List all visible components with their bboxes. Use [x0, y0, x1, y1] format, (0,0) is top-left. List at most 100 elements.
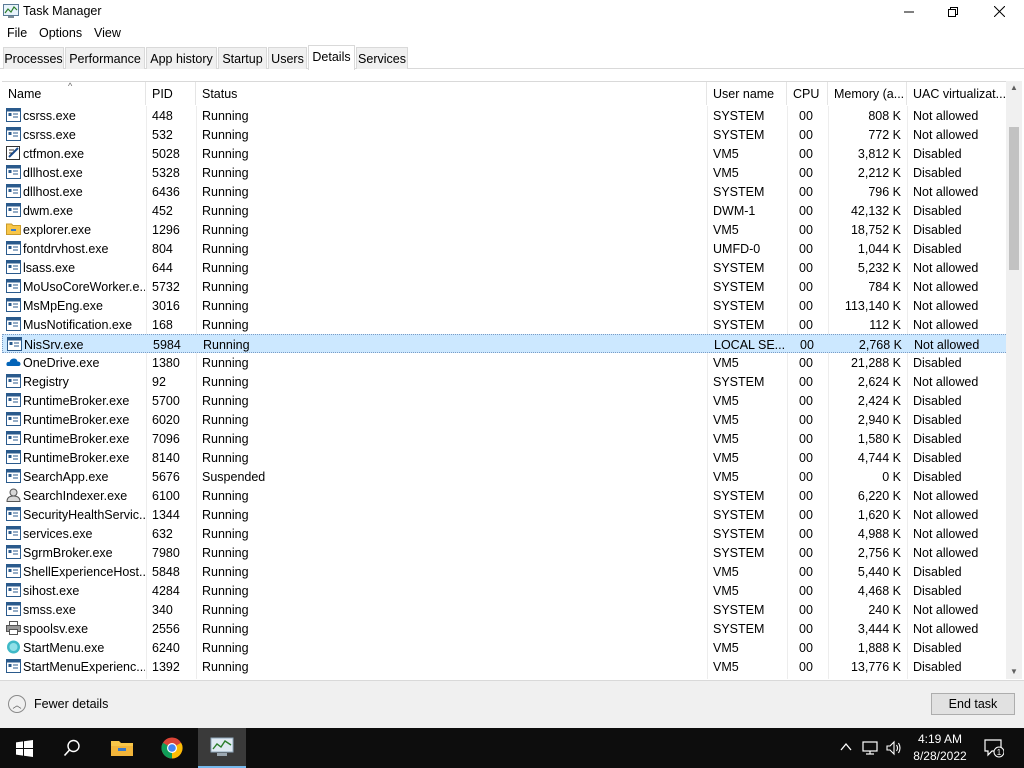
network-icon[interactable]: [862, 740, 880, 756]
table-row[interactable]: dllhost.exe 5328 Running VM5 00 2,212 K Disabl…: [2, 163, 1008, 182]
process-uac: Disabled: [913, 451, 962, 465]
title-bar: Task Manager: [0, 0, 1024, 23]
process-cpu: 00: [799, 242, 813, 256]
vertical-scrollbar[interactable]: ▲ ▼: [1006, 81, 1022, 679]
process-user: VM5: [713, 660, 739, 674]
tab-app-history[interactable]: App history: [146, 47, 217, 69]
process-uac: Disabled: [913, 565, 962, 579]
minimize-button[interactable]: [886, 0, 932, 23]
tab-performance[interactable]: Performance: [65, 47, 145, 69]
restore-button[interactable]: [930, 0, 976, 23]
table-row[interactable]: MusNotification.exe 168 Running SYSTEM 00 112…: [2, 315, 1008, 334]
process-status: Running: [202, 546, 249, 560]
chrome-button[interactable]: [148, 728, 196, 768]
search-button[interactable]: [48, 728, 96, 768]
process-cpu: 00: [799, 546, 813, 560]
generic-app-icon: [6, 526, 21, 540]
generic-app-icon: [6, 450, 21, 464]
chrome-icon: [161, 737, 183, 759]
tab-processes[interactable]: Processes: [3, 47, 64, 69]
table-row[interactable]: explorer.exe 1296 Running VM5 00 18,752 K Disa…: [2, 220, 1008, 239]
process-user: VM5: [713, 451, 739, 465]
process-pid: 632: [152, 527, 173, 541]
tab-details[interactable]: Details: [308, 45, 355, 70]
close-icon: [993, 6, 1005, 17]
process-status: Running: [202, 261, 249, 275]
table-row[interactable]: StartMenu.exe 6240 Running VM5 00 1,888 K Disa…: [2, 638, 1008, 657]
process-uac: Not allowed: [913, 603, 979, 617]
process-user: SYSTEM: [713, 299, 765, 313]
table-row[interactable]: fontdrvhost.exe 804 Running UMFD-0 00 1,044 K…: [2, 239, 1008, 258]
table-row[interactable]: csrss.exe 448 Running SYSTEM 00 808 K Not allo…: [2, 106, 1008, 125]
table-row[interactable]: services.exe 632 Running SYSTEM 00 4,988 K Not…: [2, 524, 1008, 543]
chevron-up-icon[interactable]: [840, 742, 852, 752]
table-row[interactable]: RuntimeBroker.exe 6020 Running VM5 00 2,940 K…: [2, 410, 1008, 429]
table-row[interactable]: Registry 92 Running SYSTEM 00 2,624 K Not allo…: [2, 372, 1008, 391]
process-cpu: 00: [799, 356, 813, 370]
table-row[interactable]: spoolsv.exe 2556 Running SYSTEM 00 3,444 K Not…: [2, 619, 1008, 638]
menu-options[interactable]: Options: [39, 26, 82, 40]
task-manager-taskbar-button[interactable]: [198, 728, 246, 768]
table-row[interactable]: SecurityHealthServic... 1344 Running SYSTEM…: [2, 505, 1008, 524]
process-cpu: 00: [799, 432, 813, 446]
process-uac: Not allowed: [913, 280, 979, 294]
table-row[interactable]: StartMenuExperienc... 1392 Running VM5 00 13,…: [2, 657, 1008, 676]
table-row[interactable]: SearchIndexer.exe 6100 Running SYSTEM 00 6,22…: [2, 486, 1008, 505]
process-uac: Not allowed: [913, 508, 979, 522]
table-row[interactable]: smss.exe 340 Running SYSTEM 00 240 K Not allow…: [2, 600, 1008, 619]
tab-startup[interactable]: Startup: [218, 47, 267, 69]
table-row[interactable]: csrss.exe 532 Running SYSTEM 00 772 K Not allo…: [2, 125, 1008, 144]
scroll-down-icon[interactable]: ▼: [1010, 667, 1018, 676]
table-row[interactable]: ctfmon.exe 5028 Running VM5 00 3,812 K Disable…: [2, 144, 1008, 163]
column-header-name[interactable]: Name ^: [2, 82, 146, 105]
table-row[interactable]: ShellExperienceHost.... 5848 Running VM5 00 5…: [2, 562, 1008, 581]
tab-services[interactable]: Services: [356, 47, 408, 69]
fewer-details-button[interactable]: ︿ Fewer details: [8, 695, 108, 713]
table-row[interactable]: SearchApp.exe 5676 Suspended VM5 00 0 K Disabl…: [2, 467, 1008, 486]
table-row[interactable]: OneDrive.exe 1380 Running VM5 00 21,288 K Disa…: [2, 353, 1008, 372]
table-row[interactable]: RuntimeBroker.exe 5700 Running VM5 00 2,424 K…: [2, 391, 1008, 410]
table-row[interactable]: MsMpEng.exe 3016 Running SYSTEM 00 113,140 K N…: [2, 296, 1008, 315]
close-button[interactable]: [976, 0, 1022, 23]
end-task-button[interactable]: End task: [931, 693, 1015, 715]
table-row[interactable]: dwm.exe 452 Running DWM-1 00 42,132 K Disabled: [2, 201, 1008, 220]
scroll-up-icon[interactable]: ▲: [1010, 83, 1018, 92]
process-status: Running: [202, 584, 249, 598]
menu-view[interactable]: View: [94, 26, 121, 40]
table-row[interactable]: lsass.exe 644 Running SYSTEM 00 5,232 K Not al…: [2, 258, 1008, 277]
file-explorer-button[interactable]: [98, 728, 146, 768]
process-name: RuntimeBroker.exe: [23, 394, 130, 408]
tab-users[interactable]: Users: [268, 47, 307, 69]
column-header-pid[interactable]: PID: [146, 82, 196, 105]
start-button[interactable]: [0, 728, 48, 768]
process-uac: Not allowed: [913, 109, 979, 123]
column-header-cpu[interactable]: CPU: [787, 82, 828, 105]
process-uac: Not allowed: [913, 375, 979, 389]
process-name: RuntimeBroker.exe: [23, 413, 130, 427]
menu-file[interactable]: File: [7, 26, 27, 40]
process-memory: 2,624 K: [857, 375, 901, 389]
table-row[interactable]: NisSrv.exe 5984 Running LOCAL SE... 00 2,768 …: [2, 334, 1008, 353]
taskbar: 4:19 AM 8/28/2022 1: [0, 728, 1024, 768]
table-row[interactable]: RuntimeBroker.exe 7096 Running VM5 00 1,580 K…: [2, 429, 1008, 448]
table-header: Name ^ PID Status User name CPU Memory (…: [2, 82, 1008, 105]
clock[interactable]: 4:19 AM 8/28/2022: [902, 731, 978, 765]
process-memory: 2,212 K: [857, 166, 901, 180]
column-header-uac[interactable]: UAC virtualizat...: [907, 82, 1008, 105]
column-header-status[interactable]: Status: [196, 82, 707, 105]
sort-ascending-icon: ^: [68, 82, 73, 91]
menu-bar: File Options View: [0, 23, 1024, 43]
table-row[interactable]: sihost.exe 4284 Running VM5 00 4,468 K Disable…: [2, 581, 1008, 600]
column-header-user-name[interactable]: User name: [707, 82, 787, 105]
process-pid: 5328: [152, 166, 180, 180]
process-uac: Not allowed: [914, 338, 980, 352]
column-header-memory[interactable]: Memory (a...: [828, 82, 907, 105]
generic-app-icon: [6, 108, 21, 122]
table-row[interactable]: RuntimeBroker.exe 8140 Running VM5 00 4,744 K…: [2, 448, 1008, 467]
volume-icon[interactable]: [886, 740, 902, 756]
table-row[interactable]: SgrmBroker.exe 7980 Running SYSTEM 00 2,756 K…: [2, 543, 1008, 562]
scrollbar-thumb[interactable]: [1009, 127, 1019, 270]
table-row[interactable]: MoUsoCoreWorker.e... 5732 Running SYSTEM 00 7…: [2, 277, 1008, 296]
notification-center-button[interactable]: 1: [984, 738, 1005, 758]
table-row[interactable]: dllhost.exe 6436 Running SYSTEM 00 796 K Not a…: [2, 182, 1008, 201]
